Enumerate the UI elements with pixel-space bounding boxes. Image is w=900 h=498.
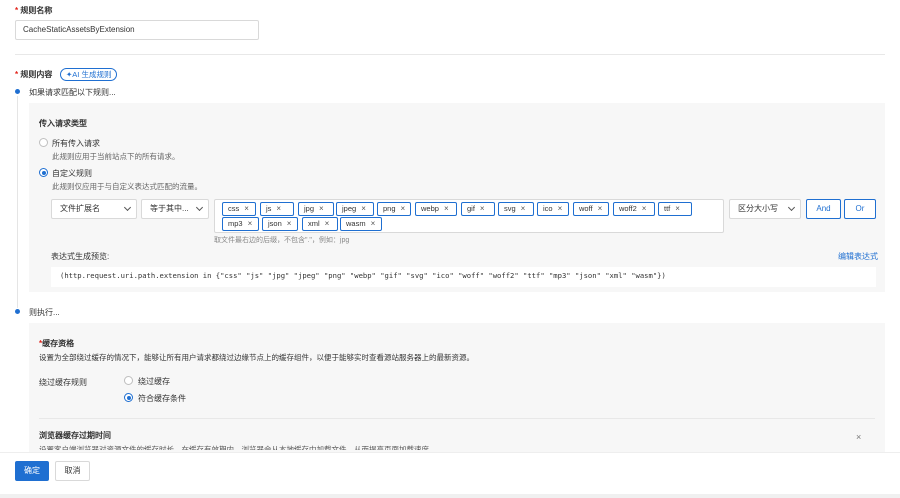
- chevron-down-icon: [787, 203, 796, 212]
- all-requests-desc: 此规则应用于当前站点下的所有请求。: [52, 152, 180, 161]
- extension-tag: gif ×: [461, 202, 495, 216]
- step-line: [17, 96, 18, 308]
- remove-tag-icon[interactable]: ×: [675, 204, 680, 213]
- tag-label: ttf: [664, 204, 671, 213]
- cache-eligibility-desc: 设置为全部绕过缓存的情况下，能够让所有用户请求都绕过边缘节点上的缓存组件，以便于…: [39, 353, 474, 362]
- remove-tag-icon[interactable]: ×: [361, 204, 366, 213]
- remove-tag-icon[interactable]: ×: [248, 219, 253, 228]
- rule-name-label: * 规则名称: [15, 6, 53, 15]
- cache-eligibility-title: *缓存资格: [39, 339, 75, 348]
- tag-label: woff: [579, 204, 593, 213]
- remove-tag-icon[interactable]: ×: [480, 204, 485, 213]
- tag-label: json: [268, 219, 282, 228]
- case-select[interactable]: 区分大小写: [729, 199, 801, 219]
- tag-label: jpeg: [342, 204, 357, 213]
- extension-tag: png ×: [377, 202, 412, 216]
- remove-tag-icon[interactable]: ×: [319, 204, 324, 213]
- tag-label: woff2: [619, 204, 637, 213]
- radio-eligible-cache[interactable]: [124, 393, 133, 402]
- extension-tag: webp ×: [415, 202, 457, 216]
- browser-ttl-title: 浏览器缓存过期时间: [39, 431, 111, 440]
- radio-all-requests[interactable]: [39, 138, 48, 147]
- bottom-border: [0, 494, 900, 498]
- extension-tag: ico ×: [537, 202, 569, 216]
- remove-tag-icon[interactable]: ×: [244, 204, 249, 213]
- tag-label: wasm: [346, 219, 366, 228]
- if-step-label: 如果请求匹配以下规则...: [29, 88, 116, 97]
- extension-tag: jpeg ×: [336, 202, 374, 216]
- tag-hint: 取文件最右边的后缀，不包含"."，例如：jpg: [214, 237, 350, 244]
- incoming-type-title: 传入请求类型: [39, 119, 87, 128]
- remove-tag-icon[interactable]: ×: [325, 219, 330, 228]
- remove-tag-icon[interactable]: ×: [598, 204, 603, 213]
- field-select[interactable]: 文件扩展名: [51, 199, 137, 219]
- ai-generate-button[interactable]: ✦AI 生成规则: [60, 68, 118, 81]
- extension-tag: js ×: [260, 202, 294, 216]
- custom-rule-label: 自定义规则: [52, 169, 92, 178]
- extension-tag: svg ×: [498, 202, 534, 216]
- edit-expression-link[interactable]: 编辑表达式: [838, 251, 878, 262]
- browser-ttl-desc: 设置客户端浏览器对资源文件的缓存时长，在缓存有效期内，浏览器会从本地缓存中加载文…: [39, 445, 437, 450]
- extension-tag: mp3 ×: [222, 217, 259, 231]
- remove-tag-icon[interactable]: ×: [371, 219, 376, 228]
- extension-tag: json ×: [262, 217, 298, 231]
- step-dot-then: [15, 309, 20, 314]
- tag-label: svg: [504, 204, 516, 213]
- extension-tag: css ×: [222, 202, 256, 216]
- tag-label: ico: [543, 204, 553, 213]
- tag-label: css: [228, 204, 240, 213]
- chevron-down-icon: [195, 203, 204, 212]
- remove-tag-icon[interactable]: ×: [558, 204, 563, 213]
- bypass-rule-label: 绕过缓存规则: [39, 378, 87, 387]
- remove-tag-icon[interactable]: ×: [521, 204, 526, 213]
- eligible-cache-label: 符合缓存条件: [138, 394, 186, 403]
- chevron-down-icon: [123, 203, 132, 212]
- tag-label: png: [383, 204, 396, 213]
- all-requests-label: 所有传入请求: [52, 139, 100, 148]
- remove-tag-icon[interactable]: ×: [444, 204, 449, 213]
- custom-rule-desc: 此规则仅应用于与自定义表达式匹配的流量。: [52, 182, 202, 191]
- action-panel: [29, 323, 885, 458]
- extension-tag: wasm ×: [340, 217, 382, 231]
- confirm-button[interactable]: 确定: [15, 461, 49, 481]
- rule-content-label: * 规则内容: [15, 70, 53, 79]
- divider: [15, 54, 885, 55]
- radio-bypass-cache[interactable]: [124, 376, 133, 385]
- extension-tag: woff2 ×: [613, 202, 655, 216]
- extension-tag: jpg ×: [298, 202, 334, 216]
- tag-label: webp: [421, 204, 439, 213]
- extension-tag: woff ×: [573, 202, 609, 216]
- footer-bar: [0, 452, 900, 498]
- bypass-cache-label: 绕过缓存: [138, 377, 170, 386]
- match-panel: [29, 103, 885, 292]
- operator-select[interactable]: 等于其中...: [141, 199, 209, 219]
- tag-label: gif: [467, 204, 475, 213]
- remove-tag-icon[interactable]: ×: [276, 204, 281, 213]
- radio-custom-rule[interactable]: [39, 168, 48, 177]
- expression-label: 表达式生成预览:: [51, 252, 110, 261]
- tag-label: jpg: [304, 204, 315, 213]
- then-step-label: 则执行...: [29, 308, 60, 317]
- rule-name-input[interactable]: CacheStaticAssetsByExtension: [15, 20, 259, 40]
- remove-tag-icon[interactable]: ×: [642, 204, 647, 213]
- step-dot-if: [15, 89, 20, 94]
- extension-tag: ttf ×: [658, 202, 692, 216]
- tag-label: mp3: [228, 219, 243, 228]
- expression-preview: (http.request.uri.path.extension in {"cs…: [51, 267, 876, 287]
- tag-label: js: [266, 204, 272, 213]
- close-icon[interactable]: ×: [856, 432, 861, 442]
- cancel-button[interactable]: 取消: [55, 461, 90, 481]
- divider: [39, 418, 875, 419]
- extension-tag: xml ×: [302, 217, 338, 231]
- remove-tag-icon[interactable]: ×: [401, 204, 406, 213]
- tag-label: xml: [308, 219, 320, 228]
- remove-tag-icon[interactable]: ×: [287, 219, 292, 228]
- and-button[interactable]: And: [806, 199, 841, 219]
- or-button[interactable]: Or: [844, 199, 876, 219]
